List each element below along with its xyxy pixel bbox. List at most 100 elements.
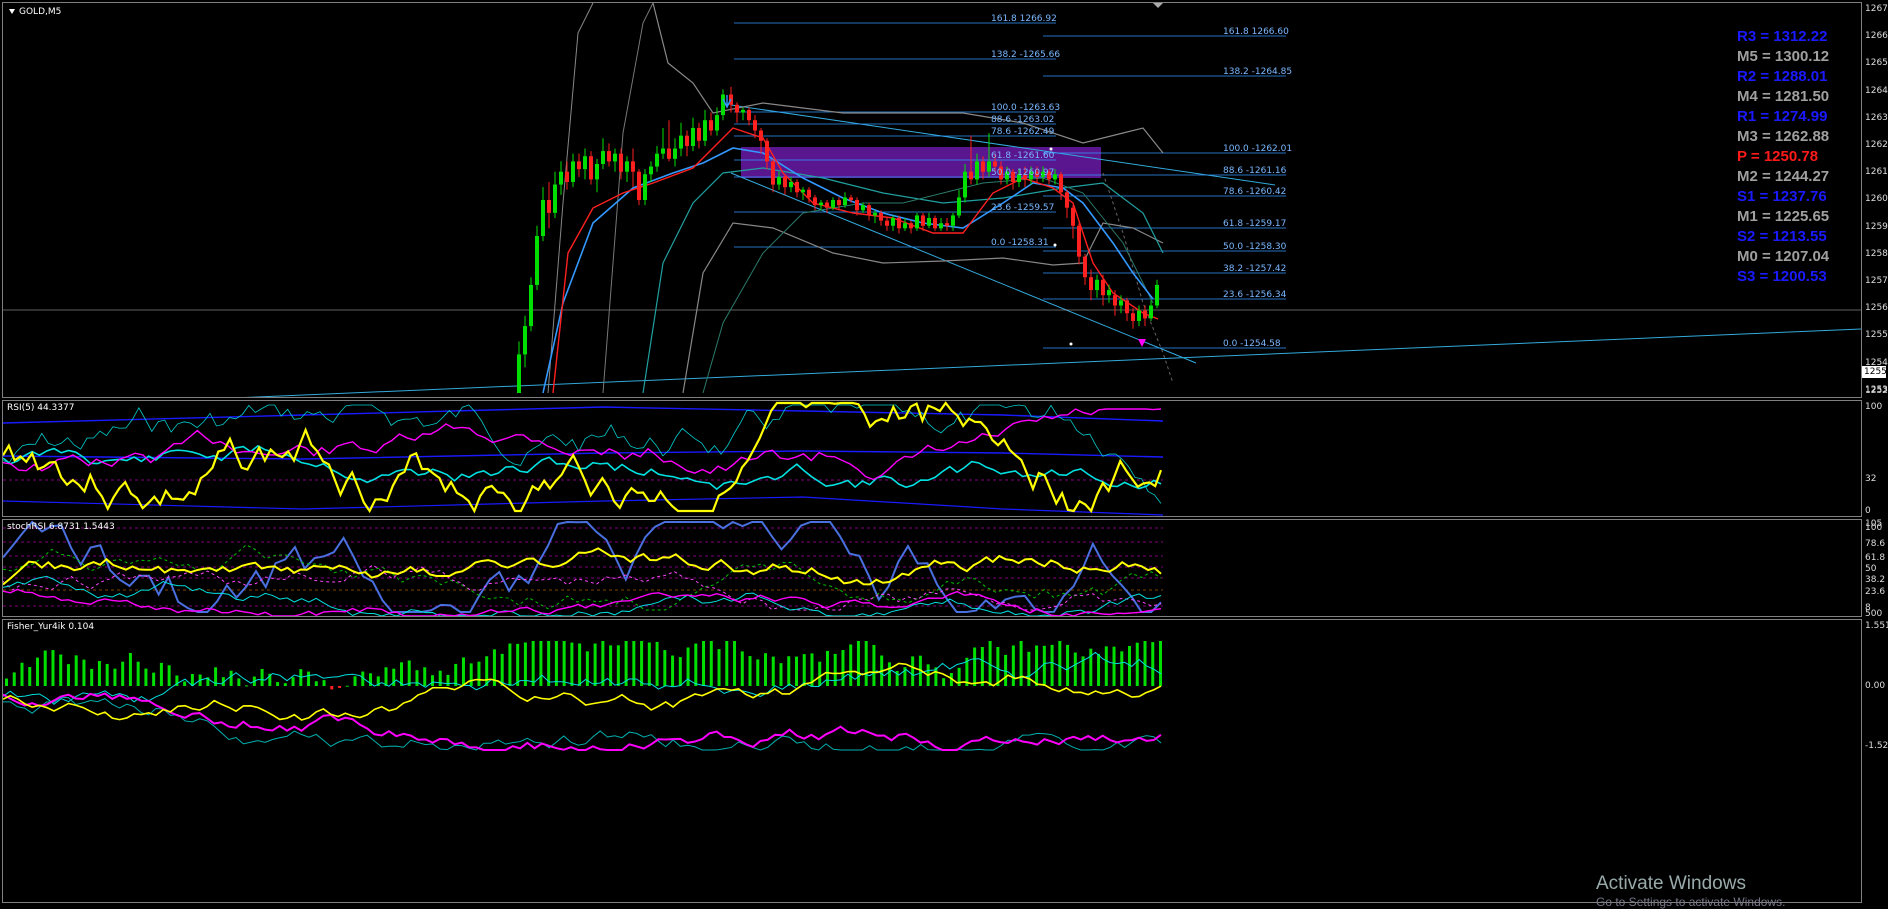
fisher-histogram-bar: [291, 677, 295, 686]
candle-body: [625, 161, 629, 172]
fisher-histogram-bar: [624, 641, 628, 686]
candle-body: [795, 181, 799, 193]
main-price-axis[interactable]: 1267 1266 1265 1264 1263 1262 1261 1260 1259 1258…: [1862, 2, 1888, 398]
candle-body: [903, 223, 907, 229]
candle-body: [1101, 279, 1105, 296]
stoch-magenta-dash: [3, 564, 1162, 611]
pivot-level: R1 = 1274.99: [1737, 108, 1828, 125]
candle-body: [589, 156, 593, 180]
fisher-histogram-bar: [74, 655, 78, 686]
fisher-histogram-bar: [1159, 641, 1162, 686]
fisher-histogram-bar: [330, 686, 334, 690]
candle-body: [813, 197, 817, 206]
candle-body: [927, 218, 931, 226]
fisher-histogram-bar: [446, 674, 450, 686]
pivot-level: M0 = 1207.04: [1737, 248, 1830, 265]
price-chart: [3, 3, 1861, 397]
candle-body: [559, 171, 563, 185]
fib-left-label: 78.6 -1262.49: [991, 127, 1055, 137]
rsi-panel[interactable]: RSI(5) 44.3377: [2, 400, 1862, 517]
stochrsi-chart: [3, 520, 1163, 616]
candle-body: [981, 161, 985, 172]
candle-body: [697, 127, 701, 141]
stochrsi-axis-label: 500: [1865, 609, 1883, 619]
candle-body: [879, 212, 883, 221]
candle-body: [771, 161, 775, 185]
candle-body: [909, 223, 913, 229]
candle-body: [541, 200, 545, 237]
candle-body: [1059, 174, 1063, 193]
candle-body: [891, 218, 895, 226]
fisher-histogram-bar: [423, 667, 427, 686]
pivot-level: R3 = 1312.22: [1737, 28, 1828, 45]
candle-body: [583, 156, 587, 170]
fisher-histogram-bar: [872, 644, 876, 686]
fisher-histogram-bar: [12, 672, 16, 686]
stochrsi-axis-label: 100: [1865, 523, 1883, 533]
candle-body: [765, 140, 769, 162]
fib-right-label: 50.0 -1258.30: [1223, 242, 1287, 252]
fib-anchor-dot: [1069, 342, 1073, 346]
candle-body: [1071, 207, 1075, 226]
fisher-histogram-bar: [802, 654, 806, 686]
candle-body: [553, 184, 557, 213]
candle-body: [637, 171, 641, 200]
candle-body: [649, 166, 653, 175]
fisher-histogram-bar: [725, 641, 729, 686]
fisher-histogram-bar: [415, 670, 419, 686]
fisher-histogram-bar: [1097, 653, 1101, 686]
fisher-histogram-bar: [833, 653, 837, 686]
price-axis-label: 1266: [1865, 31, 1888, 42]
fisher-histogram-bar: [345, 685, 349, 687]
rsi-axis: 100 32 0: [1862, 400, 1888, 517]
fractal-marker-icon: [1138, 339, 1146, 347]
fisher-histogram-bar: [1066, 644, 1070, 686]
candle-body: [951, 215, 955, 226]
fisher-histogram-bar: [1004, 654, 1008, 686]
rsi-axis-label: 0: [1865, 506, 1871, 516]
fisher-histogram-bar: [1027, 651, 1031, 686]
main-chart-panel[interactable]: GOLD,M5 161.8 1266.92 138.2 -1265.66 100.0…: [2, 2, 1862, 398]
ma-slow: [702, 177, 1154, 394]
fisher-histogram-bar: [245, 685, 249, 687]
price-axis-label: 1255: [1865, 330, 1888, 341]
fisher-panel[interactable]: Fisher_Yur4ik 0.104: [2, 619, 1862, 903]
candle-body: [691, 127, 695, 146]
rsi-title: RSI(5) 44.3377: [7, 403, 75, 413]
stochrsi-panel[interactable]: stochRSI 6.8731 1.5443: [2, 519, 1862, 617]
fisher-histogram-bar: [260, 669, 264, 686]
pivot-level: M3 = 1262.88: [1737, 128, 1830, 145]
pivot-level: R2 = 1288.01: [1737, 68, 1828, 85]
candle-body: [975, 161, 979, 180]
scroll-marker-icon: [1153, 3, 1163, 8]
candle-body: [571, 161, 575, 182]
pivot-level: M5 = 1300.12: [1737, 48, 1830, 65]
fisher-histogram-bar: [1089, 648, 1093, 686]
fisher-axis-label: 1.551: [1865, 621, 1888, 631]
candle-body: [777, 176, 781, 185]
fisher-histogram-bar: [601, 641, 605, 686]
fisher-histogram-bar: [430, 675, 434, 686]
candle-body: [825, 202, 829, 208]
fisher-histogram-bar: [531, 641, 535, 686]
fisher-histogram-bar: [51, 650, 55, 686]
price-axis-label: 1258: [1865, 248, 1888, 259]
fisher-histogram-bar: [461, 657, 465, 686]
fisher-histogram-bar: [1135, 642, 1139, 686]
candle-body: [873, 212, 877, 216]
fisher-histogram-bar: [237, 678, 241, 686]
fisher-histogram-bar: [647, 642, 651, 686]
candle-body: [753, 120, 757, 131]
price-axis-label: 1259: [1865, 221, 1888, 232]
candle-body: [643, 174, 647, 200]
fisher-histogram-bar: [717, 649, 721, 686]
price-axis-label: 1261: [1865, 167, 1888, 178]
rsi-band-upper: [3, 406, 1164, 424]
fisher-histogram-bar: [82, 659, 86, 686]
fisher-histogram-bar: [183, 681, 187, 686]
fisher-histogram-bar: [152, 672, 156, 686]
fisher-histogram-bar: [1104, 646, 1108, 686]
candle-body: [885, 220, 889, 226]
dropdown-triangle-icon[interactable]: [9, 9, 15, 14]
fisher-axis-label: 0.00: [1865, 681, 1886, 691]
